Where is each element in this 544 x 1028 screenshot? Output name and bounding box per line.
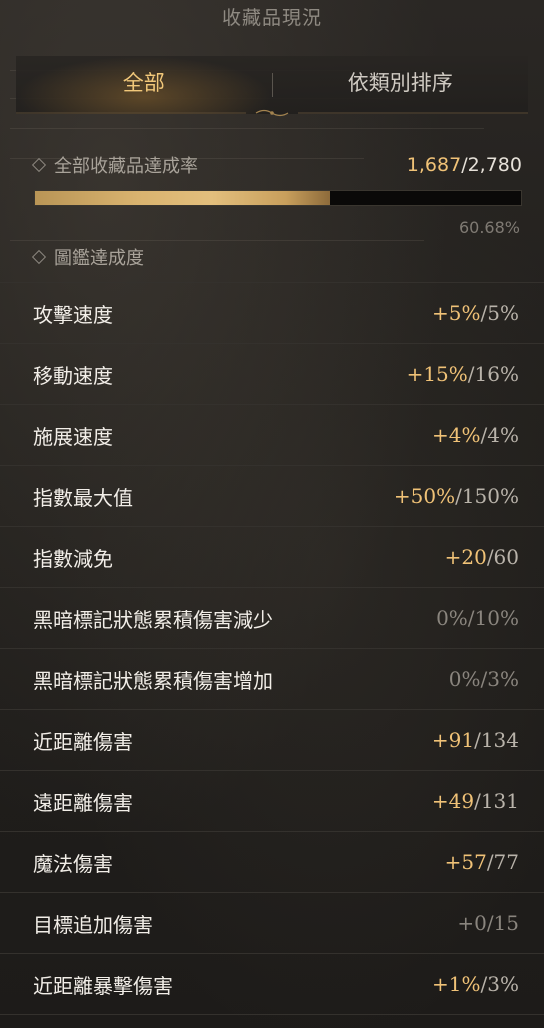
diamond-bullet-icon [31, 249, 47, 265]
ornament-divider [16, 109, 528, 117]
stat-max: /131 [474, 789, 519, 813]
page-title: 收藏品現況 [221, 7, 322, 29]
tab-all[interactable]: 全部 [16, 56, 272, 114]
stat-row[interactable]: 施展速度 +4%/4% [0, 405, 544, 466]
codex-completion-header: 圖鑑達成度 [0, 242, 544, 272]
stat-value: +1%/3% [432, 972, 519, 996]
codex-completion-label: 圖鑑達成度 [54, 248, 144, 269]
overall-completion-count: 1,687/2,780 [407, 154, 522, 176]
stat-label: 魔法傷害 [33, 851, 113, 876]
overall-total: 2,780 [467, 154, 522, 176]
stat-current: +57 [444, 850, 487, 874]
stat-current: +91 [431, 728, 475, 752]
stat-label: 近距離傷害 [33, 729, 133, 754]
stat-row[interactable]: 指數最大值 +50%/150% [0, 466, 544, 527]
stat-current: +49 [431, 789, 475, 813]
stat-row[interactable]: 近距離傷害 +91/134 [0, 710, 544, 771]
collection-panel: 收藏品現況 全部 依類別排序 全部收藏品達成率 1,687/2,780 60.6… [0, 0, 544, 1015]
stat-current: +15% [406, 362, 468, 386]
stat-label: 移動速度 [33, 363, 113, 388]
stat-max: /60 [486, 545, 519, 569]
stat-list: 攻擊速度 +5%/5% 移動速度 +15%/16% 施展速度 +4%/4% 指數最大值 +50… [0, 282, 544, 1015]
stat-label: 黑暗標記狀態累積傷害減少 [33, 607, 273, 632]
stat-row[interactable]: 指數減免 +20/60 [0, 527, 544, 588]
stat-current: +0 [457, 911, 487, 935]
stat-label: 目標追加傷害 [33, 912, 153, 937]
stat-label: 黑暗標記狀態累積傷害增加 [33, 668, 273, 693]
stat-value: +50%/150% [394, 484, 519, 508]
stat-row[interactable]: 黑暗標記狀態累積傷害增加 0%/3% [0, 649, 544, 710]
stat-value: +15%/16% [407, 362, 519, 386]
tab-by-category[interactable]: 依類別排序 [273, 56, 529, 114]
stat-value: +57/77 [445, 850, 519, 874]
tab-bar: 全部 依類別排序 [16, 56, 529, 117]
stat-current: +4% [432, 423, 481, 447]
overall-percent: 60.68% [458, 218, 520, 237]
stat-max: /10% [467, 606, 519, 630]
stat-value: +49/131 [432, 789, 519, 813]
stat-current: 0% [436, 606, 468, 630]
overall-current: 1,687 [406, 154, 462, 176]
stat-label: 指數減免 [33, 546, 113, 571]
stat-value: +0/15 [457, 911, 519, 935]
stat-current: +1% [432, 972, 481, 996]
stat-row[interactable]: 遠距離傷害 +49/131 [0, 771, 544, 832]
overall-completion-header: 全部收藏品達成率 1,687/2,780 [0, 148, 544, 182]
stat-current: 0% [448, 667, 481, 691]
stat-value: +20/60 [445, 545, 519, 569]
stat-current: +50% [393, 484, 456, 508]
stat-value: +5%/5% [432, 301, 519, 325]
stat-max: /77 [486, 850, 519, 874]
stat-value: +4%/4% [432, 423, 519, 447]
stat-row[interactable]: 攻擊速度 +5%/5% [0, 282, 544, 344]
stat-max: /3% [480, 667, 519, 691]
stat-max: /4% [480, 423, 519, 447]
stat-label: 遠距離傷害 [33, 790, 133, 815]
diamond-bullet-icon [31, 157, 47, 173]
stat-max: /3% [480, 972, 519, 996]
progress-fill [35, 191, 330, 205]
stat-value: +91/134 [432, 728, 519, 752]
stat-current: +20 [444, 545, 487, 569]
stat-label: 近距離暴擊傷害 [33, 973, 173, 998]
stat-label: 施展速度 [33, 424, 113, 449]
stat-label: 攻擊速度 [33, 302, 113, 327]
stat-current: +5% [432, 301, 481, 325]
stat-value: 0%/3% [449, 667, 519, 691]
overall-completion-label: 全部收藏品達成率 [54, 156, 198, 177]
stat-value: 0%/10% [436, 606, 519, 630]
overall-progress-bar [34, 190, 522, 206]
stat-max: /16% [467, 362, 519, 386]
stat-row[interactable]: 目標追加傷害 +0/15 [0, 893, 544, 954]
stat-max: /134 [474, 728, 519, 752]
stat-row[interactable]: 移動速度 +15%/16% [0, 344, 544, 405]
stat-row[interactable]: 黑暗標記狀態累積傷害減少 0%/10% [0, 588, 544, 649]
stat-max: /15 [486, 911, 519, 935]
stat-label: 指數最大值 [33, 485, 133, 510]
stat-max: /5% [480, 301, 519, 325]
stat-row[interactable]: 魔法傷害 +57/77 [0, 832, 544, 893]
stat-row[interactable]: 近距離暴擊傷害 +1%/3% [0, 954, 544, 1015]
stat-max: /150% [455, 484, 519, 508]
